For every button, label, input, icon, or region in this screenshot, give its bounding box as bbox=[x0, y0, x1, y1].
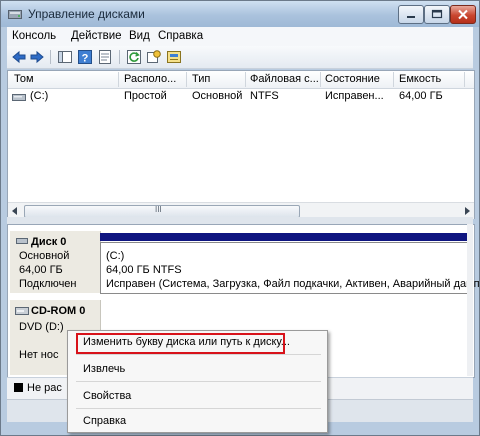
disk-icon[interactable] bbox=[166, 49, 182, 65]
refresh-icon[interactable] bbox=[126, 49, 142, 65]
close-button[interactable] bbox=[450, 5, 476, 24]
disk0-label[interactable]: Диск 0 Основной 64,00 ГБ Подключен bbox=[10, 231, 101, 293]
context-menu: Изменить букву диска или путь к диску...… bbox=[67, 330, 328, 433]
cell-type: Основной bbox=[192, 90, 243, 102]
partition-label: (C:) bbox=[106, 250, 125, 262]
column-divider[interactable] bbox=[320, 72, 321, 87]
toolbar-separator bbox=[119, 50, 120, 64]
disk-drive-icon bbox=[16, 238, 28, 244]
menu-item-properties[interactable]: Свойства bbox=[83, 390, 131, 402]
forward-icon[interactable] bbox=[29, 49, 45, 65]
volume-list: Том Располо... Тип Файловая с... Состоян… bbox=[7, 70, 475, 219]
column-divider[interactable] bbox=[245, 72, 246, 87]
maximize-icon bbox=[431, 9, 443, 19]
partition-size-fs: 64,00 ГБ NTFS bbox=[106, 264, 182, 276]
minimize-button[interactable] bbox=[398, 5, 424, 24]
disk-management-icon bbox=[8, 10, 22, 19]
vertical-scrollbar[interactable] bbox=[467, 224, 473, 376]
cdrom-icon bbox=[15, 307, 29, 315]
column-header-filesystem[interactable]: Файловая с... bbox=[250, 73, 320, 85]
legend-label-unallocated: Не рас bbox=[27, 382, 62, 394]
disk0-state: Подключен bbox=[19, 278, 77, 290]
cell-layout: Простой bbox=[124, 90, 167, 102]
toolbar-separator bbox=[50, 50, 51, 64]
title-bar[interactable]: Управление дисками bbox=[1, 1, 479, 27]
svg-text:?: ? bbox=[82, 53, 89, 65]
menu-view[interactable]: Вид bbox=[129, 30, 150, 42]
scroll-right-icon[interactable] bbox=[463, 207, 471, 215]
menu-help[interactable]: Справка bbox=[158, 30, 203, 42]
close-icon bbox=[458, 9, 468, 20]
column-header-status[interactable]: Состояние bbox=[325, 73, 391, 85]
disk0-size: 64,00 ГБ bbox=[19, 264, 63, 276]
cell-status: Исправен... bbox=[325, 90, 384, 102]
cdrom0-name: CD-ROM 0 bbox=[31, 305, 86, 317]
disk0-name: Диск 0 bbox=[31, 236, 67, 248]
menu-console[interactable]: Консоль bbox=[12, 30, 56, 42]
cdrom0-media: Нет нос bbox=[19, 349, 59, 361]
column-divider[interactable] bbox=[118, 72, 119, 87]
menu-item-help[interactable]: Справка bbox=[83, 415, 126, 427]
cell-filesystem: NTFS bbox=[250, 90, 279, 102]
cell-volume: (C:) bbox=[30, 90, 49, 102]
menu-bar: Консоль Действие Вид Справка bbox=[7, 27, 473, 46]
disk0-type: Основной bbox=[19, 250, 70, 262]
scroll-grip: III bbox=[155, 205, 162, 214]
column-divider[interactable] bbox=[393, 72, 394, 87]
console-tree-icon[interactable] bbox=[57, 49, 73, 65]
menu-item-change-drive-letter[interactable]: Изменить букву диска или путь к диску... bbox=[83, 336, 290, 348]
menu-separator bbox=[76, 381, 321, 382]
partition-status: Исправен (Система, Загрузка, Файл подкач… bbox=[106, 278, 480, 290]
volume-drive-icon bbox=[12, 94, 26, 101]
menu-item-eject[interactable]: Извлечь bbox=[83, 363, 125, 375]
column-header-type[interactable]: Тип bbox=[192, 73, 244, 85]
partition-header-bar bbox=[100, 233, 468, 241]
menu-separator bbox=[76, 354, 321, 355]
menu-separator bbox=[76, 408, 321, 409]
column-header-row: Том Располо... Тип Файловая с... Состоян… bbox=[8, 71, 474, 89]
cell-capacity: 64,00 ГБ bbox=[399, 90, 443, 102]
back-icon[interactable] bbox=[11, 49, 27, 65]
toolbar: ? bbox=[7, 46, 473, 69]
window-title: Управление дисками bbox=[28, 7, 145, 21]
column-header-volume[interactable]: Том bbox=[14, 73, 114, 85]
menu-action[interactable]: Действие bbox=[71, 30, 122, 42]
column-divider[interactable] bbox=[464, 72, 465, 87]
maximize-button[interactable] bbox=[424, 5, 450, 24]
legend-swatch-unallocated bbox=[14, 383, 23, 392]
scroll-left-icon[interactable] bbox=[11, 207, 19, 215]
minimize-icon bbox=[407, 16, 415, 18]
partition-c[interactable]: (C:) 64,00 ГБ NTFS Исправен (Система, За… bbox=[100, 242, 480, 294]
cdrom0-drive: DVD (D:) bbox=[19, 321, 64, 333]
column-header-capacity[interactable]: Емкость bbox=[399, 73, 459, 85]
settings-icon[interactable] bbox=[146, 49, 162, 65]
column-divider[interactable] bbox=[186, 72, 187, 87]
pane-splitter[interactable] bbox=[7, 217, 473, 224]
help-icon[interactable]: ? bbox=[77, 49, 93, 65]
column-header-layout[interactable]: Располо... bbox=[124, 73, 184, 85]
properties-icon[interactable] bbox=[97, 49, 113, 65]
